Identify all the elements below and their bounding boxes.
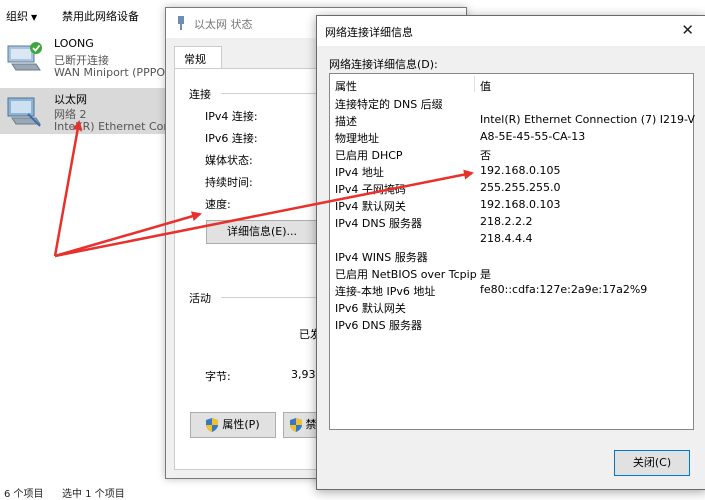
network-adapter-icon — [7, 42, 42, 71]
details-button[interactable]: 详细信息(E)... — [206, 220, 318, 244]
row-value: 218.2.2.2 — [480, 215, 533, 228]
status-bar: 6 个项目 选中 1 个项目 — [0, 482, 200, 500]
divider — [221, 297, 321, 298]
tab-general[interactable]: 常规 — [174, 46, 222, 69]
row-property: IPv6 默认网关 — [335, 302, 406, 315]
row-property: 物理地址 — [335, 132, 379, 145]
connection-name: 以太网 — [54, 93, 87, 106]
organize-menu[interactable]: 组织 ▼ — [6, 8, 37, 24]
close-icon[interactable]: ✕ — [681, 21, 694, 39]
connection-group-label: 连接 — [189, 88, 211, 101]
row-value: Intel(R) Ethernet Connection (7) I219-V — [480, 113, 695, 126]
row-value: 192.168.0.105 — [480, 164, 561, 177]
network-cable-icon — [178, 16, 184, 30]
divider — [221, 93, 321, 94]
ipv6-connectivity-label: IPv6 连接: — [205, 132, 258, 145]
properties-label: 属性(P) — [222, 418, 260, 431]
network-details-dialog: 网络连接详细信息 ✕ 网络连接详细信息(D): 属性 值 连接特定的 DNS 后… — [316, 15, 705, 490]
media-state-label: 媒体状态: — [205, 154, 253, 167]
row-property: IPv4 WINS 服务器 — [335, 251, 428, 264]
row-property: 连接-本地 IPv6 地址 — [335, 285, 436, 298]
row-property: IPv4 DNS 服务器 — [335, 217, 423, 230]
row-property: IPv4 地址 — [335, 166, 384, 179]
organize-label: 组织 — [6, 10, 28, 23]
properties-button[interactable]: 属性(P) — [190, 412, 276, 438]
details-list[interactable]: 属性 值 连接特定的 DNS 后缀 描述 Intel(R) Ethernet C… — [329, 73, 695, 430]
row-property: IPv6 DNS 服务器 — [335, 319, 423, 332]
connection-device: Intel(R) Ethernet Conn — [54, 120, 178, 133]
row-value: 是 — [480, 268, 491, 281]
ipv4-connectivity-label: IPv4 连接: — [205, 110, 258, 123]
connection-device: WAN Miniport (PPPOE) — [54, 66, 177, 79]
connection-item-ethernet[interactable]: 以太网 网络 2 Intel(R) Ethernet Conn — [0, 88, 177, 134]
speed-label: 速度: — [205, 198, 231, 211]
row-value: 218.4.4.4 — [480, 232, 533, 245]
disable-device-button[interactable]: 禁用此网络设备 — [62, 8, 139, 24]
column-divider[interactable] — [474, 76, 475, 92]
row-value: A8-5E-45-55-CA-13 — [480, 130, 586, 143]
title-bar: 网络连接详细信息 ✕ — [317, 16, 705, 46]
row-value: 255.255.255.0 — [480, 181, 561, 194]
close-button[interactable]: 关闭(C) — [614, 450, 690, 476]
tab-label: 常规 — [184, 53, 206, 66]
row-property: 已启用 DHCP — [335, 149, 403, 162]
details-caption: 网络连接详细信息(D): — [329, 58, 438, 71]
duration-label: 持续时间: — [205, 176, 253, 189]
row-property: 已启用 NetBIOS over Tcpip — [335, 268, 477, 281]
connection-item-loong[interactable]: LOONG 已断开连接 WAN Miniport (PPPOE) — [0, 34, 176, 80]
row-property: 连接特定的 DNS 后缀 — [335, 98, 443, 111]
dialog-title: 以太网 状态 — [194, 18, 253, 31]
column-header-value[interactable]: 值 — [480, 78, 491, 94]
connected-check-icon — [30, 42, 42, 54]
dialog-title: 网络连接详细信息 — [325, 26, 413, 39]
row-property: 描述 — [335, 115, 357, 128]
row-value: 192.168.0.103 — [480, 198, 561, 211]
row-property: IPv4 默认网关 — [335, 200, 406, 213]
row-property: IPv4 子网掩码 — [335, 183, 406, 196]
chevron-down-icon: ▼ — [31, 13, 38, 22]
row-value: fe80::cdfa:127e:2a9e:17a2%9 — [480, 283, 648, 296]
connection-name: LOONG — [54, 37, 94, 50]
uac-shield-icon — [289, 418, 302, 432]
uac-shield-icon — [206, 418, 219, 432]
disable-label: 禁 — [305, 418, 317, 431]
row-value: 否 — [480, 149, 491, 162]
bytes-label: 字节: — [205, 370, 231, 383]
ethernet-adapter-icon — [7, 97, 41, 127]
column-header-property[interactable]: 属性 — [335, 78, 357, 94]
activity-group-label: 活动 — [189, 292, 211, 305]
